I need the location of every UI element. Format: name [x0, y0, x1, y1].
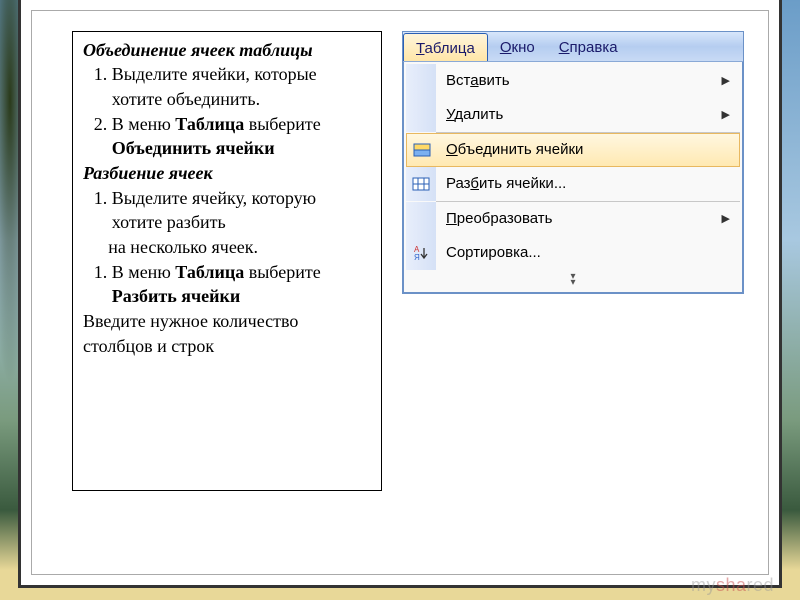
split-step-1-cont: на несколько ячеек.: [83, 235, 371, 259]
menu-item-delete[interactable]: Удалить ▶: [406, 98, 740, 132]
slide-frame-outer: Объединение ячеек таблицы Выделите ячейк…: [18, 0, 782, 588]
split-steps-2: В меню Таблица выберите Разбить ячейки: [83, 260, 371, 309]
submenu-arrow-icon: ▶: [722, 64, 730, 98]
submenu-arrow-icon: ▶: [722, 98, 730, 132]
menu-table-rest: аблица: [425, 40, 475, 57]
blank-icon: [406, 64, 436, 98]
merge-step-1: Выделите ячейки, которые хотите объедини…: [112, 62, 371, 111]
merge-step-2: В меню Таблица выберите Объединить ячейк…: [112, 112, 371, 161]
svg-text:Я: Я: [414, 253, 420, 262]
menu-item-convert[interactable]: Преобразовать ▶: [406, 202, 740, 236]
split-steps: Выделите ячейку, которую хотите разбить: [83, 186, 371, 235]
blank-icon: [406, 98, 436, 132]
sort-icon: А Я: [406, 236, 436, 270]
slide-frame-inner: Объединение ячеек таблицы Выделите ячейк…: [31, 10, 769, 575]
word-menu-screenshot: Таблица Окно Справка Вставить ▶: [402, 31, 744, 294]
split-step-1: Выделите ячейку, которую хотите разбить: [112, 186, 371, 235]
menu-help[interactable]: Справка: [547, 32, 630, 61]
menu-item-merge-cells[interactable]: Объединить ячейки: [406, 133, 740, 167]
submenu-arrow-icon: ▶: [722, 202, 730, 236]
instruction-textbox: Объединение ячеек таблицы Выделите ячейк…: [72, 31, 382, 491]
watermark: myshared: [691, 575, 774, 596]
merge-steps: Выделите ячейки, которые хотите объедини…: [83, 62, 371, 160]
menu-item-insert[interactable]: Вставить ▶: [406, 64, 740, 98]
split-step-2: В меню Таблица выберите Разбить ячейки: [112, 260, 371, 309]
menu-window[interactable]: Окно: [488, 32, 547, 61]
menu-help-rest: правка: [570, 39, 618, 56]
dropdown-menu: Вставить ▶ Удалить ▶: [403, 62, 743, 293]
expand-chevrons-icon[interactable]: ▾ ▾: [406, 270, 740, 290]
menu-item-sort-label: Сортировка...: [446, 236, 541, 270]
split-title: Разбиение ячеек: [83, 161, 371, 185]
merge-title: Объединение ячеек таблицы: [83, 38, 371, 62]
split-cells-icon: [406, 167, 436, 201]
menu-table[interactable]: Таблица: [403, 33, 488, 61]
merge-cells-icon: [406, 133, 436, 167]
menu-bar: Таблица Окно Справка: [403, 32, 743, 62]
menu-window-rest: кно: [512, 39, 535, 56]
menu-item-split-cells[interactable]: Разбить ячейки...: [406, 167, 740, 201]
blank-icon: [406, 202, 436, 236]
footer-note: Введите нужное количество столбцов и стр…: [83, 309, 371, 358]
menu-item-sort[interactable]: А Я Сортировка...: [406, 236, 740, 270]
